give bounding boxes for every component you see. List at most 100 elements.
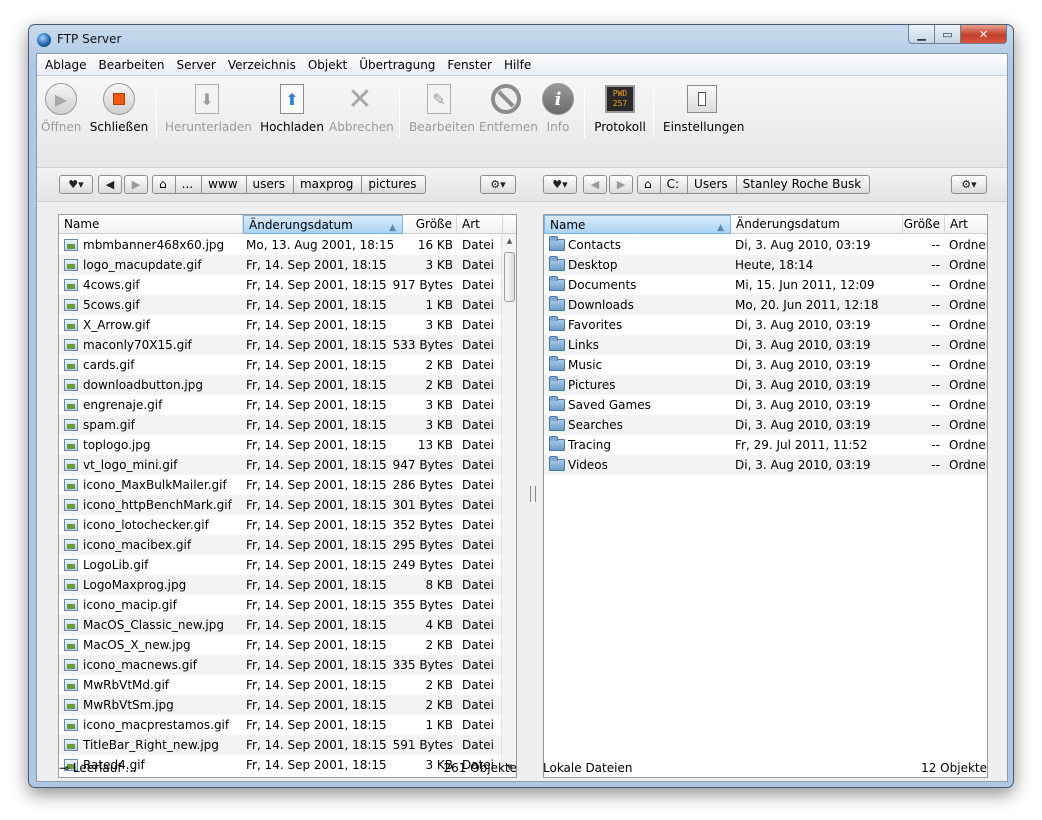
table-row[interactable]: Tracing Fr, 29. Jul 2011, 11:52 -- Ordner bbox=[544, 435, 987, 455]
scroll-thumb[interactable] bbox=[504, 252, 515, 302]
table-row[interactable]: MwRbVtMd.gif Fr, 14. Sep 2001, 18:15 2 KB D… bbox=[59, 675, 516, 695]
edit-button[interactable]: ✎ Bearbeiten bbox=[409, 82, 475, 134]
col-date[interactable]: Änderungsdatum bbox=[731, 215, 903, 234]
breadcrumb-item[interactable]: www bbox=[202, 175, 247, 194]
log-button[interactable]: PWD 257 Protokoll bbox=[593, 82, 647, 134]
table-row[interactable]: mbmbanner468x60.jpg Mo, 13. Aug 2001, 18:… bbox=[59, 235, 516, 255]
table-row[interactable]: Contacts Di, 3. Aug 2010, 03:19 -- Ordner bbox=[544, 235, 987, 255]
table-row[interactable]: icono_httpBenchMark.gif Fr, 14. Sep 2001,… bbox=[59, 495, 516, 515]
panel-splitter[interactable] bbox=[530, 486, 536, 502]
table-row[interactable]: Downloads Mo, 20. Jun 2011, 12:18 -- Ordner bbox=[544, 295, 987, 315]
left-actions-button[interactable]: ⚙▾ bbox=[480, 175, 516, 194]
menu-ablage[interactable]: Ablage bbox=[39, 54, 93, 76]
menu-verzeichnis[interactable]: Verzeichnis bbox=[222, 54, 302, 76]
menu-objekt[interactable]: Objekt bbox=[302, 54, 353, 76]
table-row[interactable]: cards.gif Fr, 14. Sep 2001, 18:15 2 KB Date… bbox=[59, 355, 516, 375]
open-button[interactable]: ▶ Öffnen bbox=[41, 82, 81, 134]
breadcrumb-item[interactable]: maxprog bbox=[293, 175, 363, 194]
col-name[interactable]: Name bbox=[59, 215, 243, 234]
col-kind[interactable]: Art bbox=[457, 215, 503, 234]
table-row[interactable]: icono_MaxBulkMailer.gif Fr, 14. Sep 2001,… bbox=[59, 475, 516, 495]
table-row[interactable]: MacOS_X_new.jpg Fr, 14. Sep 2001, 18:15 2 … bbox=[59, 635, 516, 655]
close-icon: ✕ bbox=[978, 27, 989, 41]
table-row[interactable]: 5cows.gif Fr, 14. Sep 2001, 18:15 1 KB Date… bbox=[59, 295, 516, 315]
right-actions-button[interactable]: ⚙▾ bbox=[951, 175, 987, 194]
scroll-up-icon[interactable]: ▲ bbox=[502, 234, 516, 249]
table-row[interactable]: icono_macibex.gif Fr, 14. Sep 2001, 18:15… bbox=[59, 535, 516, 555]
right-forward-button[interactable]: ▶ bbox=[609, 175, 633, 194]
menu-fenster[interactable]: Fenster bbox=[441, 54, 498, 76]
table-row[interactable]: icono_macip.gif Fr, 14. Sep 2001, 18:15 35… bbox=[59, 595, 516, 615]
table-row[interactable]: Favorites Di, 3. Aug 2010, 03:19 -- Ordner bbox=[544, 315, 987, 335]
table-row[interactable]: vt_logo_mini.gif Fr, 14. Sep 2001, 18:15 9… bbox=[59, 455, 516, 475]
download-button[interactable]: ⬇ Herunterladen bbox=[165, 82, 252, 134]
table-row[interactable]: X_Arrow.gif Fr, 14. Sep 2001, 18:15 3 KB Da… bbox=[59, 315, 516, 335]
table-row[interactable]: spam.gif Fr, 14. Sep 2001, 18:15 3 KB Datei bbox=[59, 415, 516, 435]
settings-button[interactable]: Einstellungen bbox=[663, 82, 744, 134]
table-row[interactable]: downloadbutton.jpg Fr, 14. Sep 2001, 18:1… bbox=[59, 375, 516, 395]
right-home-crumb[interactable]: ⌂ bbox=[637, 175, 661, 194]
table-row[interactable]: maconly70X15.gif Fr, 14. Sep 2001, 18:15 5… bbox=[59, 335, 516, 355]
remove-button[interactable]: Entfernen bbox=[479, 82, 538, 134]
right-favorites-button[interactable]: ♥▾ bbox=[543, 175, 577, 194]
breadcrumb-item[interactable]: users bbox=[246, 175, 294, 194]
table-row[interactable]: 4cows.gif Fr, 14. Sep 2001, 18:15 917 Byte… bbox=[59, 275, 516, 295]
table-row[interactable]: icono_lotochecker.gif Fr, 14. Sep 2001, 1… bbox=[59, 515, 516, 535]
table-row[interactable]: Pictures Di, 3. Aug 2010, 03:19 -- Ordner bbox=[544, 375, 987, 395]
right-back-button[interactable]: ◀ bbox=[583, 175, 607, 194]
breadcrumb-item[interactable]: C: bbox=[660, 175, 689, 194]
col-size[interactable]: Größe bbox=[403, 215, 457, 234]
menu-uebertragung[interactable]: Übertragung bbox=[353, 54, 441, 76]
table-row[interactable]: engrenaje.gif Fr, 14. Sep 2001, 18:15 3 KB… bbox=[59, 395, 516, 415]
maximize-button[interactable]: ▭ bbox=[935, 25, 961, 44]
image-file-icon bbox=[64, 619, 78, 631]
cell-size: 917 Bytes bbox=[392, 278, 453, 292]
left-home-crumb[interactable]: ⌂ bbox=[152, 175, 176, 194]
breadcrumb-item[interactable]: pictures bbox=[362, 175, 426, 194]
table-row[interactable]: Music Di, 3. Aug 2010, 03:19 -- Ordner bbox=[544, 355, 987, 375]
table-row[interactable]: Links Di, 3. Aug 2010, 03:19 -- Ordner bbox=[544, 335, 987, 355]
cell-size: -- bbox=[931, 378, 940, 392]
table-row[interactable]: icono_macnews.gif Fr, 14. Sep 2001, 18:15… bbox=[59, 655, 516, 675]
cell-name: icono_httpBenchMark.gif bbox=[83, 498, 232, 512]
col-date-sorted[interactable]: Änderungsdatum ▲ bbox=[243, 215, 403, 234]
info-button[interactable]: i Info bbox=[541, 82, 575, 134]
folder-icon bbox=[549, 236, 565, 251]
col-kind[interactable]: Art bbox=[945, 215, 987, 234]
table-row[interactable]: Searches Di, 3. Aug 2010, 03:19 -- Ordner bbox=[544, 415, 987, 435]
remote-table-header: Name Änderungsdatum ▲ Größe Art bbox=[59, 215, 516, 234]
table-row[interactable]: toplogo.jpg Fr, 14. Sep 2001, 18:15 13 KB D… bbox=[59, 435, 516, 455]
menu-bearbeiten[interactable]: Bearbeiten bbox=[93, 54, 171, 76]
col-size[interactable]: Größe bbox=[903, 215, 945, 234]
table-row[interactable]: LogoMaxprog.jpg Fr, 14. Sep 2001, 18:15 8 … bbox=[59, 575, 516, 595]
title-bar[interactable]: FTP Server ▁ ▭ ✕ bbox=[29, 25, 1013, 53]
folder-icon bbox=[549, 316, 565, 331]
cell-size: -- bbox=[931, 298, 940, 312]
cancel-button[interactable]: ✕ Abbrechen bbox=[329, 82, 394, 135]
table-row[interactable]: Videos Di, 3. Aug 2010, 03:19 -- Ordner bbox=[544, 455, 987, 475]
breadcrumb-item[interactable]: Users bbox=[688, 175, 737, 194]
table-row[interactable]: TitleBar_Right_new.jpg Fr, 14. Sep 2001, … bbox=[59, 735, 516, 755]
folder-icon bbox=[549, 376, 565, 391]
close-connection-button[interactable]: Schließen bbox=[89, 82, 149, 134]
table-row[interactable]: MacOS_Classic_new.jpg Fr, 14. Sep 2001, 1… bbox=[59, 615, 516, 635]
left-forward-button[interactable]: ▶ bbox=[124, 175, 148, 194]
table-row[interactable]: Saved Games Di, 3. Aug 2010, 03:19 -- Ordne… bbox=[544, 395, 987, 415]
close-window-button[interactable]: ✕ bbox=[961, 25, 1007, 44]
table-row[interactable]: icono_macprestamos.gif Fr, 14. Sep 2001, … bbox=[59, 715, 516, 735]
menu-server[interactable]: Server bbox=[170, 54, 221, 76]
upload-button[interactable]: ⬆ Hochladen bbox=[259, 82, 325, 134]
table-row[interactable]: logo_macupdate.gif Fr, 14. Sep 2001, 18:1… bbox=[59, 255, 516, 275]
breadcrumb-item[interactable]: Stanley Roche Busk bbox=[736, 175, 871, 194]
left-back-button[interactable]: ◀ bbox=[98, 175, 122, 194]
table-row[interactable]: Documents Mi, 15. Jun 2011, 12:09 -- Ordner bbox=[544, 275, 987, 295]
table-row[interactable]: Desktop Heute, 18:14 -- Ordner bbox=[544, 255, 987, 275]
table-row[interactable]: LogoLib.gif Fr, 14. Sep 2001, 18:15 249 By… bbox=[59, 555, 516, 575]
table-row[interactable]: MwRbVtSm.jpg Fr, 14. Sep 2001, 18:15 2 KB D… bbox=[59, 695, 516, 715]
col-name-sorted[interactable]: Name ▲ bbox=[544, 215, 731, 234]
minimize-button[interactable]: ▁ bbox=[908, 25, 935, 44]
breadcrumb-item[interactable]: ... bbox=[175, 175, 203, 194]
left-favorites-button[interactable]: ♥▾ bbox=[59, 175, 93, 194]
menu-hilfe[interactable]: Hilfe bbox=[498, 54, 537, 76]
remote-scrollbar[interactable]: ▲ ▼ bbox=[501, 234, 516, 775]
